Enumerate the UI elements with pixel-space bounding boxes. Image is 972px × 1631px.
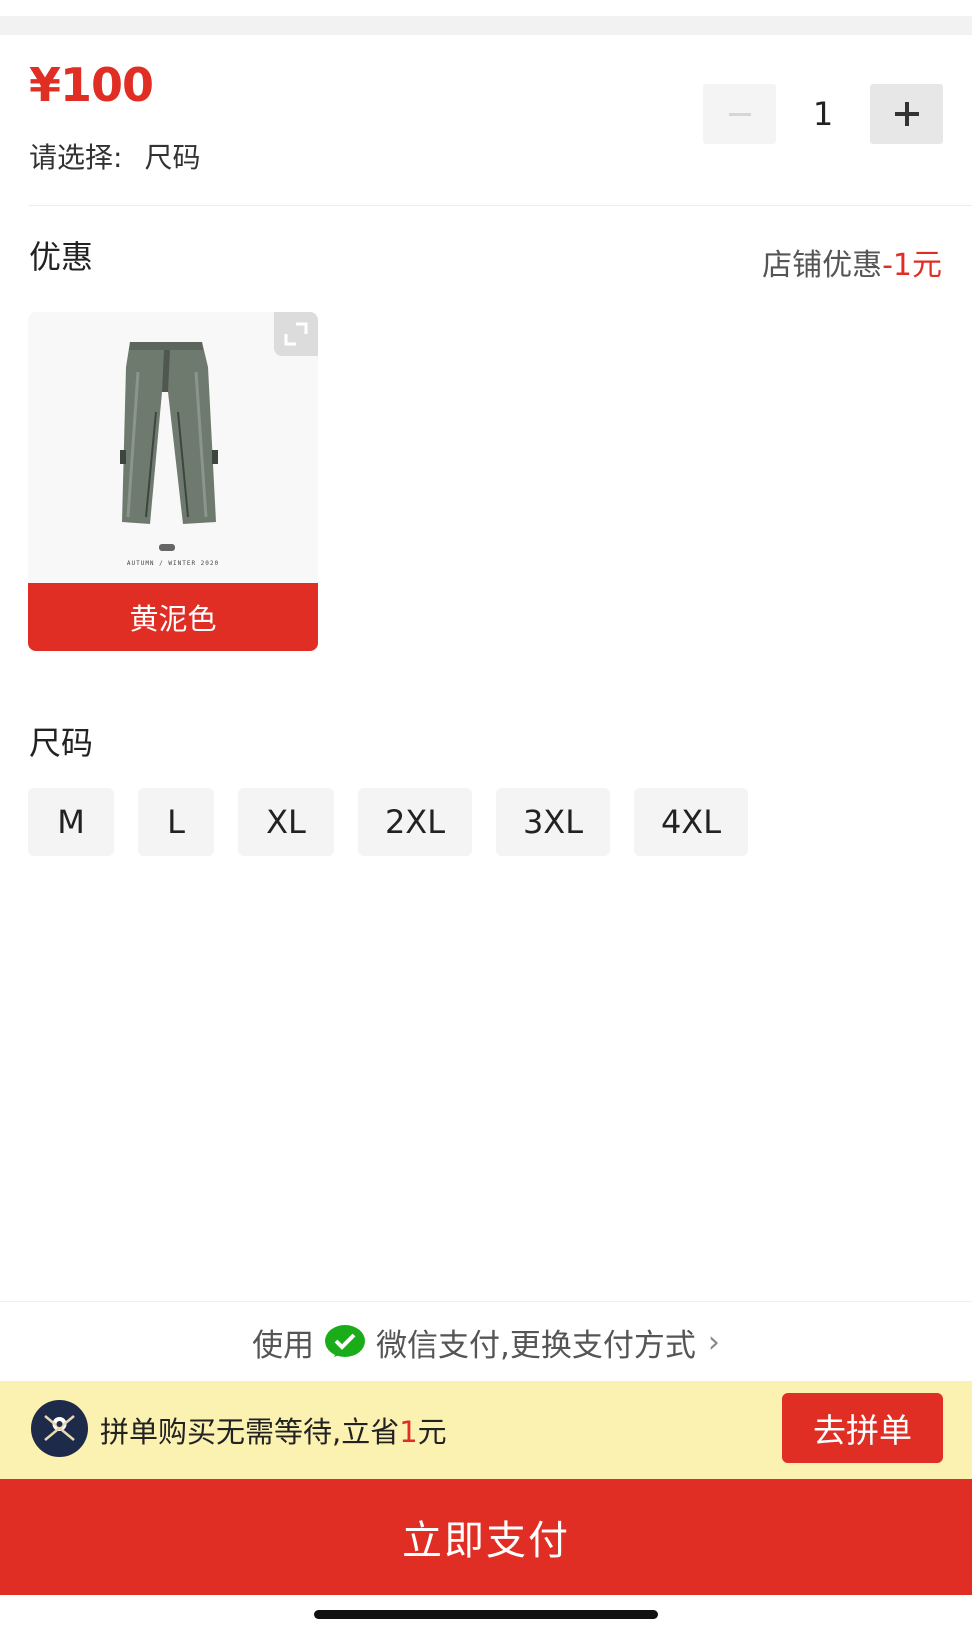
- shop-discount-label: 店铺优惠: [762, 248, 883, 283]
- price: ¥100: [29, 58, 154, 112]
- group-buy-text-after: 元: [417, 1415, 447, 1449]
- selection-prompt: 请选择: 尺码: [29, 136, 200, 176]
- size-option-2xl[interactable]: 2XL: [358, 788, 472, 856]
- quantity-value: 1: [812, 95, 834, 133]
- sku-color-option[interactable]: AUTUMN / WINTER 2020 黄泥色: [28, 312, 318, 651]
- group-buy-button[interactable]: 去拼单: [782, 1393, 943, 1463]
- divider: [29, 205, 972, 206]
- chevron-right-icon: ›: [707, 1324, 720, 1360]
- expand-icon[interactable]: [274, 312, 318, 356]
- group-buy-text: 拼单购买无需等待,立省1元: [100, 1409, 447, 1451]
- group-buy-saving: 1: [399, 1415, 418, 1449]
- avatar: [31, 1400, 88, 1457]
- image-caption: AUTUMN / WINTER 2020: [126, 560, 220, 567]
- home-indicator[interactable]: [314, 1610, 658, 1619]
- size-option-3xl[interactable]: 3XL: [496, 788, 610, 856]
- shop-discount[interactable]: 店铺优惠-1元: [762, 240, 942, 284]
- shop-discount-amount: -1元: [882, 248, 942, 283]
- minus-icon: [728, 112, 751, 116]
- selection-prompt-value: 尺码: [144, 141, 201, 174]
- size-option-m[interactable]: M: [28, 788, 114, 856]
- size-option-l[interactable]: L: [138, 788, 214, 856]
- discount-title: 优惠: [29, 238, 94, 276]
- group-buy-text-before: 拼单购买无需等待,立省: [100, 1415, 400, 1449]
- size-title: 尺码: [29, 724, 94, 762]
- selection-prompt-label: 请选择:: [29, 141, 123, 174]
- group-buy-banner: 拼单购买无需等待,立省1元 去拼单: [0, 1381, 972, 1479]
- top-spacer: [0, 0, 972, 35]
- sku-color-label: 黄泥色: [28, 583, 318, 651]
- size-option-xl[interactable]: XL: [238, 788, 334, 856]
- wechat-pay-icon: [324, 1323, 366, 1361]
- payment-prefix: 使用: [252, 1327, 315, 1364]
- size-option-4xl[interactable]: 4XL: [634, 788, 748, 856]
- pay-now-button[interactable]: 立即支付: [0, 1479, 972, 1595]
- quantity-increase-button[interactable]: [870, 84, 943, 144]
- payment-method-text: 微信支付,更换支付方式: [376, 1327, 696, 1364]
- quantity-decrease-button[interactable]: [703, 84, 776, 144]
- payment-method-selector[interactable]: 使用 微信支付,更换支付方式 ›: [0, 1301, 972, 1382]
